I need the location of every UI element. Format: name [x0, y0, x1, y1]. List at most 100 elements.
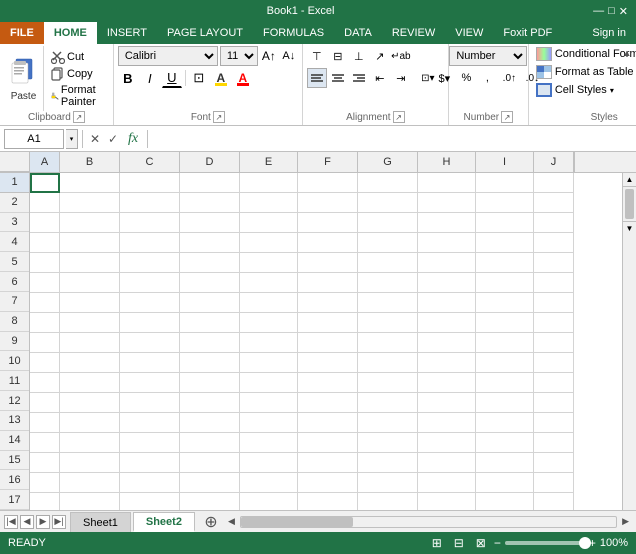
- page-break-view-btn[interactable]: ⊠: [472, 534, 490, 552]
- cell-i7[interactable]: [476, 293, 534, 313]
- cell-h5[interactable]: [418, 253, 476, 273]
- cell-a14[interactable]: [30, 433, 60, 453]
- cell-g13[interactable]: [358, 413, 418, 433]
- corner-cell[interactable]: [0, 152, 30, 172]
- row-header-12[interactable]: 12: [0, 391, 29, 411]
- cell-i16[interactable]: [476, 473, 534, 493]
- cell-c3[interactable]: [120, 213, 180, 233]
- cell-h17[interactable]: [418, 493, 476, 510]
- cell-e3[interactable]: [240, 213, 298, 233]
- increase-indent-btn[interactable]: ⇥: [391, 68, 411, 88]
- cell-e10[interactable]: [240, 353, 298, 373]
- cell-a13[interactable]: [30, 413, 60, 433]
- cell-f1[interactable]: [298, 173, 358, 193]
- ribbon-collapse-btn[interactable]: ▲: [620, 46, 634, 60]
- cell-g16[interactable]: [358, 473, 418, 493]
- cell-d2[interactable]: [180, 193, 240, 213]
- cell-b13[interactable]: [60, 413, 120, 433]
- cell-f8[interactable]: [298, 313, 358, 333]
- cell-i3[interactable]: [476, 213, 534, 233]
- cell-g6[interactable]: [358, 273, 418, 293]
- cell-c5[interactable]: [120, 253, 180, 273]
- tab-formulas[interactable]: FORMULAS: [253, 22, 334, 44]
- cell-h7[interactable]: [418, 293, 476, 313]
- copy-button[interactable]: Copy: [48, 66, 105, 82]
- cell-e1[interactable]: [240, 173, 298, 193]
- cell-g8[interactable]: [358, 313, 418, 333]
- cell-a7[interactable]: [30, 293, 60, 313]
- cell-h11[interactable]: [418, 373, 476, 393]
- cell-b4[interactable]: [60, 233, 120, 253]
- cell-j15[interactable]: [534, 453, 574, 473]
- cell-i1[interactable]: [476, 173, 534, 193]
- cell-d10[interactable]: [180, 353, 240, 373]
- row-header-1[interactable]: 1: [0, 173, 29, 193]
- bold-button[interactable]: B: [118, 68, 138, 88]
- hscroll-left-btn[interactable]: ◀: [225, 516, 238, 527]
- cell-f12[interactable]: [298, 393, 358, 413]
- cell-c8[interactable]: [120, 313, 180, 333]
- cell-j6[interactable]: [534, 273, 574, 293]
- align-top-btn[interactable]: ⊤: [307, 46, 327, 66]
- cell-h10[interactable]: [418, 353, 476, 373]
- formula-cancel-icon[interactable]: ✕: [87, 132, 103, 146]
- cell-g15[interactable]: [358, 453, 418, 473]
- row-header-6[interactable]: 6: [0, 272, 29, 292]
- cell-f10[interactable]: [298, 353, 358, 373]
- cell-e14[interactable]: [240, 433, 298, 453]
- col-header-i[interactable]: I: [476, 152, 534, 172]
- col-header-a[interactable]: A: [30, 152, 60, 172]
- wrap-text-btn[interactable]: ↵ab: [391, 46, 411, 66]
- cell-a8[interactable]: [30, 313, 60, 333]
- align-bottom-btn[interactable]: ⊥: [349, 46, 369, 66]
- cell-a10[interactable]: [30, 353, 60, 373]
- currency-btn[interactable]: $▾: [433, 68, 455, 88]
- col-header-b[interactable]: B: [60, 152, 120, 172]
- cell-g5[interactable]: [358, 253, 418, 273]
- row-header-8[interactable]: 8: [0, 312, 29, 332]
- cell-a1[interactable]: [30, 173, 60, 193]
- cell-a17[interactable]: [30, 493, 60, 510]
- row-header-11[interactable]: 11: [0, 371, 29, 391]
- cell-b15[interactable]: [60, 453, 120, 473]
- cell-h6[interactable]: [418, 273, 476, 293]
- tab-page-layout[interactable]: PAGE LAYOUT: [157, 22, 253, 44]
- cell-g11[interactable]: [358, 373, 418, 393]
- cell-d17[interactable]: [180, 493, 240, 510]
- cell-j14[interactable]: [534, 433, 574, 453]
- cell-j4[interactable]: [534, 233, 574, 253]
- cell-d13[interactable]: [180, 413, 240, 433]
- cell-g14[interactable]: [358, 433, 418, 453]
- sheet-tab-1[interactable]: Sheet1: [70, 512, 131, 532]
- cell-g12[interactable]: [358, 393, 418, 413]
- cell-b2[interactable]: [60, 193, 120, 213]
- cell-i12[interactable]: [476, 393, 534, 413]
- cell-c4[interactable]: [120, 233, 180, 253]
- sheet-nav-last[interactable]: ▶|: [52, 515, 66, 529]
- tab-file[interactable]: FILE: [0, 22, 44, 44]
- cell-c12[interactable]: [120, 393, 180, 413]
- cell-f7[interactable]: [298, 293, 358, 313]
- format-as-table-btn[interactable]: Format as Table ▾: [533, 64, 636, 80]
- cell-e4[interactable]: [240, 233, 298, 253]
- sheet-nav-prev[interactable]: ◀: [20, 515, 34, 529]
- align-center-btn[interactable]: [328, 68, 348, 88]
- cell-b5[interactable]: [60, 253, 120, 273]
- cell-d8[interactable]: [180, 313, 240, 333]
- cell-d1[interactable]: [180, 173, 240, 193]
- cell-j7[interactable]: [534, 293, 574, 313]
- cell-h13[interactable]: [418, 413, 476, 433]
- cell-i13[interactable]: [476, 413, 534, 433]
- cell-e8[interactable]: [240, 313, 298, 333]
- cell-d12[interactable]: [180, 393, 240, 413]
- cell-i5[interactable]: [476, 253, 534, 273]
- cell-a6[interactable]: [30, 273, 60, 293]
- cell-b7[interactable]: [60, 293, 120, 313]
- cell-b10[interactable]: [60, 353, 120, 373]
- row-header-5[interactable]: 5: [0, 252, 29, 272]
- sign-in[interactable]: Sign in: [582, 22, 636, 44]
- col-header-h[interactable]: H: [418, 152, 476, 172]
- align-right-btn[interactable]: [349, 68, 369, 88]
- cell-a16[interactable]: [30, 473, 60, 493]
- cell-g2[interactable]: [358, 193, 418, 213]
